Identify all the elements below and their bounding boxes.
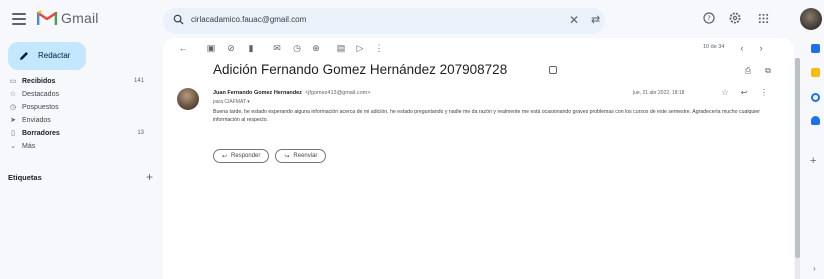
message-more-icon[interactable]: ⋮: [759, 87, 769, 97]
sidebar-item-label: Recibidos: [22, 78, 56, 85]
sidebar-item-snoozed[interactable]: ◷ Pospuestos: [0, 101, 158, 114]
compose-label: Redactar: [38, 51, 71, 60]
send-icon: ➤: [10, 117, 16, 124]
sidebar-item-label: Pospuestos: [22, 104, 59, 111]
important-label-icon[interactable]: [549, 66, 557, 74]
sender-email: <jfgomez413@gmail.com>: [304, 90, 371, 96]
message-date: jue, 21 abr 2022, 18:18: [633, 90, 685, 96]
svg-text:?: ?: [707, 15, 711, 23]
top-bar: Gmail cirlacadamico.fauac@gmail.com ✕ ⇄ …: [0, 0, 824, 40]
app-name: Gmail: [61, 10, 99, 26]
forward-arrow-icon: ↪: [284, 153, 290, 160]
forward-button[interactable]: ↪ Reenviar: [275, 149, 327, 163]
labels-section: Etiquetas +: [8, 170, 158, 184]
contacts-icon[interactable]: [811, 116, 820, 125]
star-message-icon[interactable]: ☆: [720, 87, 730, 97]
pagination-text: 10 de 34: [703, 44, 725, 50]
print-icon[interactable]: ⎙: [743, 66, 753, 76]
reply-actions: ↩ Responder ↪ Reenviar: [213, 149, 327, 163]
sender-line: Juan Fernando Gomez Hernandez <jfgomez413…: [213, 90, 370, 96]
sender-avatar[interactable]: [177, 88, 199, 110]
side-panel-rail: + ›: [805, 36, 824, 279]
message-toolbar: ← ▣ ⊘ ▮ ✉ ◷ ⊕ ▤ ▷ ⋮ 10 de 34 ‹ ›: [163, 38, 794, 58]
search-input[interactable]: cirlacadamico.fauac@gmail.com: [191, 15, 306, 24]
clear-search-icon[interactable]: ✕: [569, 13, 579, 27]
sidebar-item-sent[interactable]: ➤ Enviados: [0, 114, 158, 127]
unread-count: 141: [133, 78, 144, 84]
add-label-icon[interactable]: +: [146, 170, 153, 184]
sidebar-item-starred[interactable]: ☆ Destacados: [0, 88, 158, 101]
main-menu-icon[interactable]: [12, 13, 26, 25]
archive-icon[interactable]: ▣: [205, 42, 217, 54]
keep-icon[interactable]: [811, 68, 820, 77]
move-to-icon[interactable]: ▤: [335, 42, 347, 54]
account-avatar[interactable]: [800, 8, 822, 30]
reply-button[interactable]: ↩ Responder: [213, 149, 270, 163]
label-icon[interactable]: ▷: [354, 42, 366, 54]
forward-label: Reenviar: [293, 153, 318, 159]
tasks-icon[interactable]: [811, 93, 820, 102]
delete-icon[interactable]: ▮: [245, 42, 257, 54]
reply-label: Responder: [231, 153, 261, 159]
sidebar-item-label: Más: [22, 143, 36, 150]
scrollbar[interactable]: [795, 58, 800, 279]
sidebar-item-label: Enviados: [22, 117, 51, 124]
search-bar[interactable]: cirlacadamico.fauac@gmail.com ✕ ⇄: [163, 8, 605, 34]
search-icon[interactable]: [173, 14, 184, 25]
message-body: Buena tarde, he estado esperando alguna …: [213, 109, 761, 123]
message-panel: ← ▣ ⊘ ▮ ✉ ◷ ⊕ ▤ ▷ ⋮ 10 de 34 ‹ › Adición…: [163, 38, 794, 279]
inbox-icon: ▭: [9, 78, 17, 85]
recipient-line[interactable]: para CIAFMAT ▾: [213, 99, 250, 105]
sidebar-nav: ▭ Recibidos 141 ☆ Destacados ◷ Pospuesto…: [0, 75, 158, 153]
search-options-icon[interactable]: ⇄: [591, 13, 600, 26]
older-chevron-icon[interactable]: ›: [755, 42, 767, 54]
star-icon: ☆: [9, 91, 17, 98]
draft-count: 13: [137, 130, 144, 136]
clock-icon: ◷: [9, 104, 17, 111]
settings-gear-icon[interactable]: [727, 10, 743, 26]
help-icon[interactable]: ?: [701, 10, 717, 26]
sender-name[interactable]: Juan Fernando Gomez Hernandez: [213, 90, 302, 96]
sidebar-item-inbox[interactable]: ▭ Recibidos 141: [0, 75, 158, 88]
mark-unread-icon[interactable]: ✉: [271, 42, 283, 54]
reply-icon[interactable]: ↩: [739, 87, 749, 97]
apps-grid-icon[interactable]: [755, 10, 771, 26]
get-addons-icon[interactable]: +: [810, 155, 816, 167]
newer-chevron-icon[interactable]: ‹: [736, 42, 748, 54]
sidebar-item-label: Borradores: [22, 130, 60, 137]
sidebar-item-label: Destacados: [22, 91, 59, 98]
sidebar-item-drafts[interactable]: ▯ Borradores 13: [0, 127, 158, 140]
more-options-icon[interactable]: ⋮: [373, 42, 385, 54]
draft-icon: ▯: [11, 130, 15, 137]
calendar-icon[interactable]: [811, 44, 820, 53]
labels-title: Etiquetas: [8, 173, 42, 182]
compose-button[interactable]: Redactar: [8, 42, 86, 70]
open-new-window-icon[interactable]: ⧉: [763, 66, 773, 76]
chevron-down-icon: ⌄: [10, 143, 16, 150]
back-arrow-icon[interactable]: ←: [177, 42, 189, 54]
snooze-icon[interactable]: ◷: [291, 42, 303, 54]
show-side-panel-icon[interactable]: ›: [813, 264, 816, 273]
scrollbar-thumb[interactable]: [795, 58, 800, 258]
add-task-icon[interactable]: ⊕: [310, 42, 322, 54]
gmail-m-icon: [37, 10, 57, 25]
message-subject: Adición Fernando Gomez Hernández 2079087…: [213, 62, 508, 77]
pencil-icon: [20, 52, 28, 60]
sidebar-item-more[interactable]: ⌄ Más: [0, 140, 158, 153]
gmail-logo[interactable]: Gmail: [37, 10, 99, 26]
report-spam-icon[interactable]: ⊘: [225, 42, 237, 54]
reply-arrow-icon: ↩: [222, 153, 228, 160]
